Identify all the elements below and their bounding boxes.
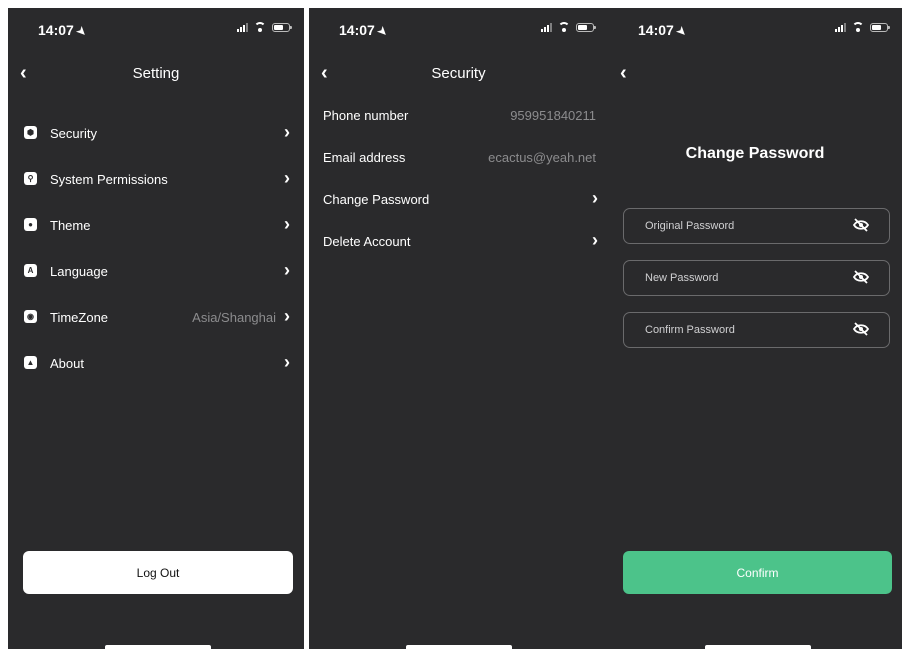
settings-item-language[interactable]: A Language › [8, 260, 304, 283]
wifi-icon [852, 22, 864, 32]
nav-bar: ‹ Setting [8, 63, 304, 87]
chevron-right-icon: › [592, 230, 598, 250]
settings-item-label: TimeZone [50, 310, 109, 325]
delete-account-label: Delete Account [323, 234, 411, 249]
phone-number-label: Phone number [323, 108, 409, 123]
timezone-value: Asia/Shanghai [192, 310, 276, 325]
signal-icon [835, 22, 846, 32]
new-password-field[interactable]: New Password [623, 260, 890, 296]
chevron-right-icon: › [284, 122, 290, 142]
settings-item-label: Theme [50, 218, 91, 233]
delete-account-row[interactable]: Delete Account › [309, 230, 608, 252]
email-label: Email address [323, 150, 406, 165]
about-icon: ▲ [24, 356, 37, 369]
settings-item-label: System Permissions [50, 172, 168, 187]
page-title: Security [431, 65, 486, 82]
settings-item-security[interactable]: ⬢ Security › [8, 122, 304, 145]
chevron-right-icon: › [284, 260, 290, 280]
chevron-right-icon: › [284, 214, 290, 234]
shield-icon: ⬢ [24, 126, 37, 139]
confirm-button[interactable]: Confirm [623, 551, 892, 594]
chevron-right-icon: › [284, 306, 290, 326]
change-password-row[interactable]: Change Password › [309, 188, 608, 210]
settings-screen: 14:07➤ ‹ Setting ⬢ Security › ⚲ System P… [8, 8, 304, 649]
status-bar: 14:07➤ [608, 20, 902, 40]
clock-icon: ◉ [24, 310, 37, 323]
logout-button[interactable]: Log Out [23, 551, 293, 594]
status-bar: 14:07➤ [309, 20, 608, 40]
battery-icon [870, 22, 890, 32]
status-time: 14:07 [638, 22, 674, 38]
key-icon: ⚲ [24, 172, 37, 185]
theme-icon: ● [24, 218, 37, 231]
settings-item-about[interactable]: ▲ About › [8, 352, 304, 375]
chevron-right-icon: › [592, 188, 598, 208]
status-time: 14:07 [339, 22, 375, 38]
settings-item-label: Security [50, 126, 97, 141]
eye-off-icon[interactable] [853, 322, 869, 336]
signal-icon [237, 22, 248, 32]
confirm-password-placeholder: Confirm Password [645, 324, 735, 336]
home-indicator [105, 645, 211, 649]
back-button[interactable]: ‹ [620, 63, 627, 83]
change-password-label: Change Password [323, 192, 430, 207]
battery-icon [576, 22, 596, 32]
status-time: 14:07 [38, 22, 74, 38]
original-password-placeholder: Original Password [645, 220, 735, 232]
confirm-password-field[interactable]: Confirm Password [623, 312, 890, 348]
phone-number-value: 959951840211 [510, 108, 596, 123]
status-bar: 14:07➤ [8, 20, 304, 40]
settings-item-label: Language [50, 264, 108, 279]
signal-icon [541, 22, 552, 32]
security-screen: 14:07➤ ‹ Security Phone number 959951840… [309, 8, 608, 649]
nav-bar: ‹ Security [309, 63, 608, 87]
email-row: Email address ecactus@yeah.net [309, 148, 608, 168]
eye-off-icon[interactable] [853, 218, 869, 232]
page-title: Change Password [685, 145, 825, 162]
settings-item-theme[interactable]: ● Theme › [8, 214, 304, 237]
chevron-right-icon: › [284, 352, 290, 372]
email-value: ecactus@yeah.net [488, 150, 596, 165]
settings-item-label: About [50, 356, 84, 371]
home-indicator [406, 645, 512, 649]
location-arrow-icon: ➤ [73, 24, 89, 40]
chevron-right-icon: › [284, 168, 290, 188]
location-arrow-icon: ➤ [673, 24, 689, 40]
new-password-placeholder: New Password [645, 272, 719, 284]
battery-icon [272, 22, 292, 32]
settings-item-timezone[interactable]: ◉ TimeZone Asia/Shanghai › [8, 306, 304, 329]
home-indicator [705, 645, 811, 649]
original-password-field[interactable]: Original Password [623, 208, 890, 244]
wifi-icon [558, 22, 570, 32]
wifi-icon [254, 22, 266, 32]
eye-off-icon[interactable] [853, 270, 869, 284]
page-title: Setting [132, 65, 180, 82]
phone-number-row: Phone number 959951840211 [309, 106, 608, 126]
language-icon: A [24, 264, 37, 277]
nav-bar: ‹ [608, 63, 902, 87]
change-password-screen: 14:07➤ ‹ Change Password Original Passwo… [608, 8, 902, 649]
settings-item-system-permissions[interactable]: ⚲ System Permissions › [8, 168, 304, 191]
location-arrow-icon: ➤ [374, 24, 390, 40]
